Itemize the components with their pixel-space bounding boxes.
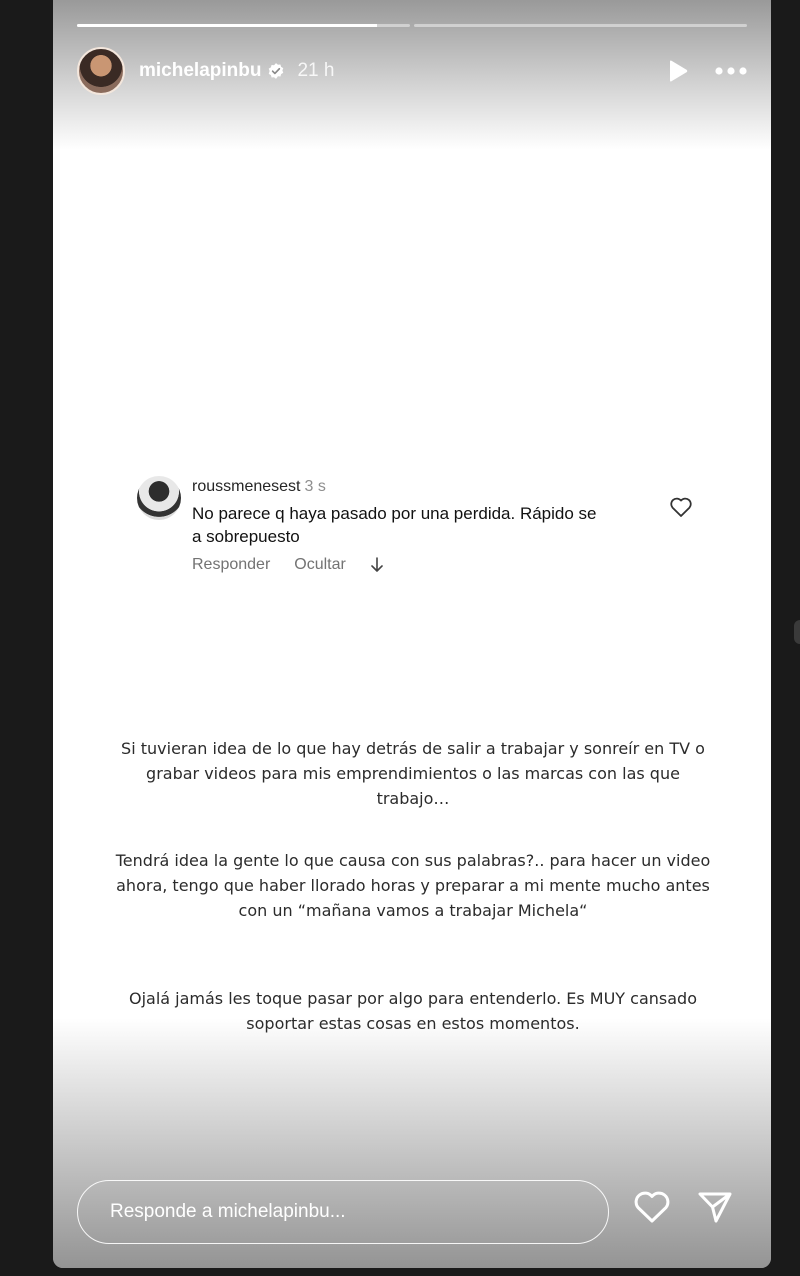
- comment-username[interactable]: roussmenesest: [192, 478, 301, 495]
- send-icon[interactable]: [697, 1190, 733, 1224]
- story-progress: [77, 24, 747, 27]
- reply-input[interactable]: Responde a michelapinbu...: [77, 1180, 609, 1244]
- story-viewer[interactable]: michelapinbu 21 h roussmenesest 3 s No pa…: [53, 0, 771, 1268]
- verified-badge-icon: [269, 63, 284, 79]
- story-text-3: Ojalá jamás les toque pasar por algo par…: [128, 989, 697, 1033]
- more-options-icon[interactable]: [715, 67, 747, 75]
- progress-segment-2: [414, 24, 747, 27]
- comment-time: 3 s: [304, 478, 326, 495]
- reply-link[interactable]: Responder: [192, 556, 270, 574]
- hide-link[interactable]: Ocultar: [294, 556, 346, 574]
- story-text-1: Si tuvieran idea de lo que hay detrás de…: [121, 739, 705, 808]
- play-icon[interactable]: [667, 59, 689, 83]
- comment-card: roussmenesest 3 s No parece q haya pasado…: [119, 456, 725, 586]
- arrow-down-icon[interactable]: [370, 557, 384, 573]
- comment-header: roussmenesest 3 s: [192, 478, 326, 496]
- progress-fill-1: [77, 24, 377, 27]
- scroll-handle[interactable]: [794, 620, 800, 644]
- reply-placeholder: Responde a michelapinbu...: [110, 1201, 346, 1222]
- heart-icon[interactable]: [633, 1190, 671, 1224]
- bottom-actions: [633, 1190, 733, 1224]
- story-text-2: Tendrá idea la gente lo que causa con su…: [115, 851, 711, 920]
- comment-text: No parece q haya pasado por una perdida.…: [192, 504, 597, 546]
- story-username[interactable]: michelapinbu: [139, 60, 261, 82]
- comment-actions: Responder Ocultar: [192, 556, 384, 574]
- story-time: 21 h: [297, 60, 335, 81]
- avatar[interactable]: [77, 47, 125, 95]
- comment-avatar[interactable]: [137, 476, 181, 520]
- story-header: michelapinbu 21 h: [77, 46, 747, 96]
- heart-outline-icon[interactable]: [669, 496, 693, 523]
- progress-segment-1: [77, 24, 410, 27]
